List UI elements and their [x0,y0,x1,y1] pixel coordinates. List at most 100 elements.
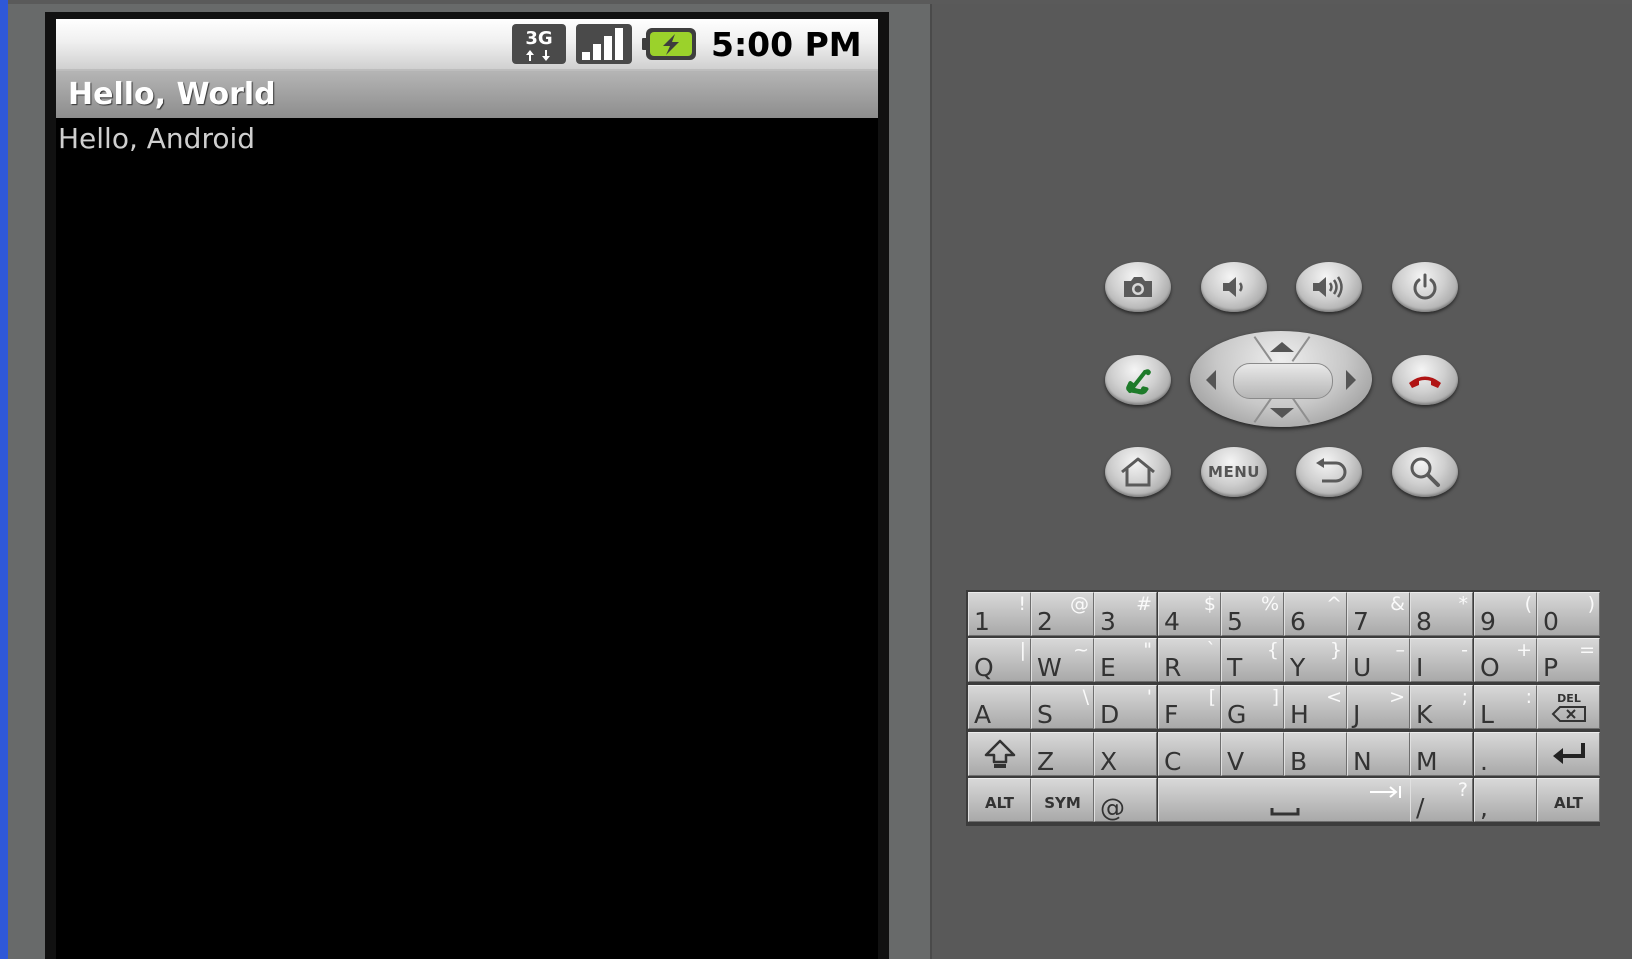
key-c[interactable]: C [1158,732,1221,776]
status-bar[interactable]: 3G 5:00 PM [56,19,878,71]
key-secondary-label: ] [1271,686,1279,708]
key-label: T [1227,653,1243,682]
key-s[interactable]: S \ [1031,685,1094,729]
signal-strength-icon [576,24,632,64]
key-period[interactable]: . [1474,732,1537,776]
arrow-left-icon [1206,370,1216,390]
key-secondary-label: = [1579,639,1595,661]
key-y[interactable]: Y} [1284,638,1347,682]
key-w[interactable]: W ~ [1031,638,1094,682]
key-label: L [1480,700,1494,729]
volume-down-icon [1223,277,1243,297]
key-label: @ [1100,793,1125,822]
3g-data-icon: 3G [512,24,566,64]
key-space[interactable] [1158,778,1411,822]
key-label: ALT [985,794,1014,812]
dpad-left[interactable] [1196,362,1226,398]
key-7[interactable]: 7 & [1347,592,1410,636]
key-enter[interactable] [1537,732,1600,776]
key-j[interactable]: J > [1347,685,1410,729]
key-6[interactable]: 6 ^ [1284,592,1347,636]
key-r[interactable]: R ` [1158,638,1221,682]
menu-button[interactable]: MENU [1201,447,1267,497]
hello-text: Hello, Android [58,122,256,155]
key-d[interactable]: D ' [1094,685,1157,729]
key-label: D [1100,700,1120,729]
key-8[interactable]: 8 * [1410,592,1473,636]
key-k[interactable]: K; [1410,685,1473,729]
back-button[interactable] [1296,447,1362,497]
search-button[interactable] [1392,447,1458,497]
key-g[interactable]: G] [1221,685,1284,729]
arrow-right-icon [1346,370,1356,390]
key-label: W [1037,653,1062,682]
key-secondary-label: ? [1457,779,1468,801]
enter-icon [1538,733,1599,775]
dpad-right[interactable] [1336,362,1366,398]
key-4[interactable]: 4 $ [1158,592,1221,636]
dpad-center[interactable] [1233,363,1333,399]
key-x[interactable]: X [1094,732,1157,776]
key-5[interactable]: 5% [1221,592,1284,636]
key-3[interactable]: 3 # [1094,592,1157,636]
menu-label: MENU [1208,463,1260,481]
key-alt-right[interactable]: ALT [1537,778,1600,822]
key-label: Y [1290,653,1306,682]
key-9[interactable]: 9( [1474,592,1537,636]
key-secondary-label: & [1390,593,1405,615]
key-secondary-label: – [1395,639,1406,661]
power-button[interactable] [1392,262,1458,312]
key-label: Z [1037,747,1055,776]
dpad-up[interactable] [1262,334,1302,360]
battery-charging-icon [642,28,696,60]
home-button[interactable] [1105,447,1171,497]
key-1[interactable]: 1! [968,592,1031,636]
device-screen[interactable]: 3G 5:00 PM Hello, World Hello, Android [56,19,878,959]
end-call-button[interactable] [1392,355,1458,405]
key-label: O [1480,653,1500,682]
key-p[interactable]: P = [1537,638,1600,682]
key-label: R [1164,653,1182,682]
camera-button[interactable] [1105,262,1171,312]
key-0[interactable]: 0) [1537,592,1600,636]
key-l[interactable]: L: [1474,685,1537,729]
volume-up-button[interactable] [1296,262,1362,312]
key-secondary-label: $ [1203,593,1216,615]
key-h[interactable]: H < [1284,685,1347,729]
key-secondary-label: # [1136,593,1152,615]
key-label: 6 [1290,607,1306,636]
key-slash[interactable]: /? [1410,778,1473,822]
key-a[interactable]: A [968,685,1031,729]
key-at[interactable]: @ [1094,778,1157,822]
key-comma[interactable]: , [1474,778,1537,822]
key-m[interactable]: M [1410,732,1473,776]
key-alt-left[interactable]: ALT [968,778,1031,822]
key-shift[interactable] [968,732,1031,776]
key-label: F [1164,700,1179,729]
key-f[interactable]: F[ [1158,685,1221,729]
key-u[interactable]: U – [1347,638,1410,682]
key-label: M [1416,747,1438,776]
key-e[interactable]: E " [1094,638,1157,682]
key-z[interactable]: Z [1031,732,1094,776]
key-label: N [1353,747,1372,776]
key-label: SYM [1044,794,1081,812]
key-delete[interactable]: DEL [1537,685,1600,729]
dpad-down[interactable] [1262,400,1302,426]
key-label: J [1353,700,1361,729]
key-i[interactable]: I- [1410,638,1473,682]
call-button[interactable] [1105,355,1171,405]
key-secondary-label: : [1525,686,1532,708]
key-label: 1 [974,607,990,636]
volume-down-button[interactable] [1201,262,1267,312]
key-n[interactable]: N [1347,732,1410,776]
key-sym[interactable]: SYM [1031,778,1094,822]
key-t[interactable]: T{ [1221,638,1284,682]
key-q[interactable]: Q | [968,638,1031,682]
key-2[interactable]: 2 @ [1031,592,1094,636]
key-v[interactable]: V [1221,732,1284,776]
key-secondary-label: } [1329,639,1342,661]
key-label: 8 [1416,607,1432,636]
key-b[interactable]: B [1284,732,1347,776]
key-o[interactable]: O + [1474,638,1537,682]
